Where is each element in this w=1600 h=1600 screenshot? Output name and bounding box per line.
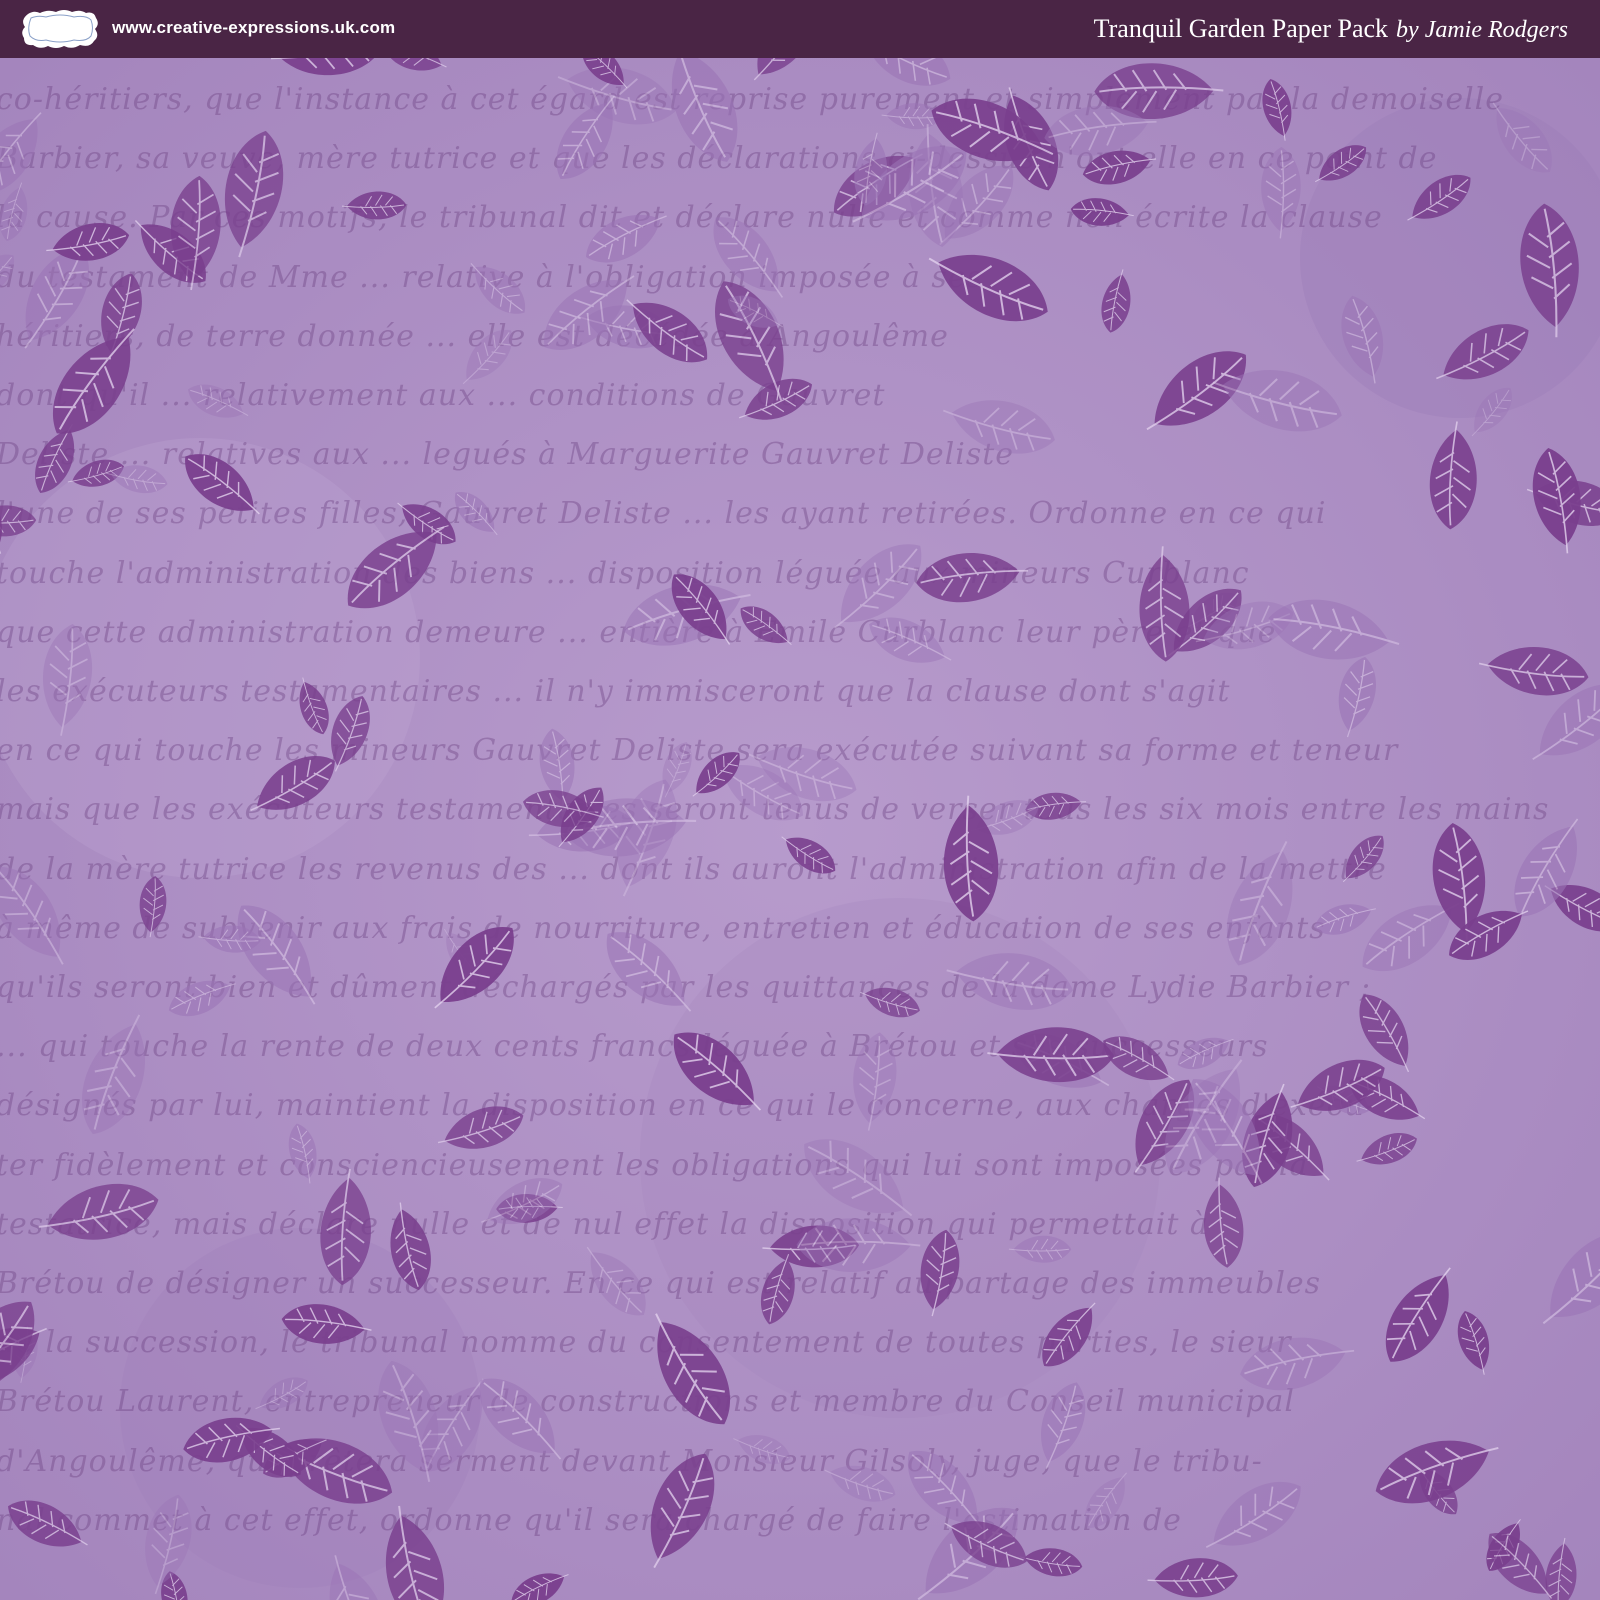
leaf-icon bbox=[1545, 1537, 1577, 1600]
leaf-icon bbox=[42, 623, 93, 736]
leaf-icon bbox=[38, 1183, 159, 1240]
designer-credit: by Jamie Rodgers bbox=[1396, 17, 1568, 43]
leaf-icon bbox=[655, 1313, 730, 1425]
leaf-icon bbox=[288, 1123, 317, 1184]
leaf-icon bbox=[869, 617, 952, 663]
leaf-icon bbox=[946, 953, 1074, 1010]
leaf-icon bbox=[1008, 1235, 1072, 1263]
leaf-icon bbox=[462, 329, 513, 385]
leaf-icon bbox=[0, 112, 42, 195]
leaf-icon bbox=[1085, 1472, 1127, 1528]
leaf-icon bbox=[168, 980, 236, 1017]
leaf-icon bbox=[0, 182, 28, 242]
leaf-icon bbox=[1478, 646, 1589, 696]
leaf-icon bbox=[1268, 599, 1400, 660]
leaf-icon bbox=[1070, 198, 1134, 226]
leaf-icon bbox=[1315, 145, 1367, 183]
product-title: Tranquil Garden Paper Pack by Jamie Rodge… bbox=[1094, 14, 1568, 44]
leaf-icon bbox=[299, 677, 329, 735]
leaf-icon bbox=[824, 1465, 896, 1502]
pack-name: Tranquil Garden Paper Pack bbox=[1093, 14, 1389, 43]
leaf-icon bbox=[185, 454, 260, 515]
leaf-icon bbox=[1203, 1177, 1244, 1268]
leaf-icon bbox=[853, 1032, 897, 1131]
leaf-icon bbox=[1338, 656, 1376, 738]
leaf-icon bbox=[1042, 1302, 1096, 1367]
leaf-icon bbox=[1205, 1481, 1301, 1549]
leaf-icon bbox=[916, 553, 1028, 603]
leaf-icon bbox=[454, 492, 498, 536]
leaf-icon bbox=[1342, 835, 1384, 883]
leaf-icon bbox=[1385, 1267, 1451, 1362]
leaf-icon bbox=[1177, 1037, 1234, 1070]
leaf-icon bbox=[271, 58, 385, 76]
leaf-icon bbox=[1147, 1558, 1238, 1598]
leaf-icon bbox=[470, 262, 526, 314]
leaf-icon bbox=[434, 926, 514, 1009]
leaf-icon bbox=[928, 254, 1048, 322]
header-bar: www.creative-expressions.uk.com Tranquil… bbox=[0, 0, 1600, 58]
leaf-icon bbox=[740, 606, 792, 646]
leaf-icon bbox=[1407, 174, 1471, 221]
leaf-icon bbox=[329, 1555, 385, 1600]
leaf-icon bbox=[650, 1453, 715, 1569]
leaf-icon bbox=[250, 756, 335, 812]
leaf-icon bbox=[341, 191, 407, 220]
leaf-icon bbox=[1356, 1133, 1417, 1165]
leaf-icon bbox=[1341, 295, 1384, 384]
leaf-icon bbox=[753, 58, 812, 81]
leaf-icon bbox=[481, 1178, 563, 1225]
leaf-icon bbox=[1436, 324, 1529, 380]
leaf-icon bbox=[1542, 1232, 1600, 1325]
leaf-icon bbox=[733, 1435, 791, 1464]
leaf-icon bbox=[1471, 388, 1512, 437]
site-url: www.creative-expressions.uk.com bbox=[112, 18, 396, 37]
leaf-icon bbox=[1101, 269, 1131, 333]
leaf-icon bbox=[52, 328, 135, 434]
leaf-icon bbox=[385, 1505, 445, 1600]
leaf-icon bbox=[1457, 1311, 1490, 1375]
leaf-icon bbox=[942, 400, 1055, 454]
leaf-icon bbox=[1429, 421, 1477, 530]
leaf-icon bbox=[479, 1378, 562, 1460]
leaf-icon bbox=[856, 58, 951, 86]
leaf-icon bbox=[255, 1377, 308, 1410]
leaf-icon bbox=[224, 130, 284, 258]
leaf-icon bbox=[139, 875, 167, 938]
leaf-icon bbox=[585, 214, 667, 263]
leaf-icon bbox=[1226, 840, 1293, 966]
leaf-icon bbox=[0, 254, 15, 301]
leaf-icon bbox=[1019, 1548, 1083, 1577]
leaf-icon bbox=[781, 836, 836, 874]
leaf-icon bbox=[1262, 79, 1292, 141]
patterned-paper: co-héritiers, que l'instance à cet égard… bbox=[0, 58, 1600, 1600]
leaf-icon bbox=[237, 905, 316, 1005]
leaf-icon bbox=[1532, 447, 1581, 554]
leaf-icon bbox=[606, 932, 692, 1012]
leaf-icon bbox=[1314, 904, 1376, 935]
leaf-icon bbox=[860, 987, 920, 1018]
leaf-icon bbox=[82, 1014, 145, 1135]
leaf-icon bbox=[8, 1500, 88, 1547]
leaf-icon bbox=[383, 58, 447, 71]
leaf-icon bbox=[1492, 102, 1552, 173]
brand-logo bbox=[20, 8, 100, 50]
leaf-icon bbox=[673, 1032, 762, 1111]
leaf-icon bbox=[920, 1229, 960, 1317]
leaf-icon bbox=[390, 1202, 431, 1291]
falling-leaves-pattern bbox=[0, 58, 1600, 1600]
leaf-icon bbox=[586, 1246, 646, 1316]
leaf-icon bbox=[437, 1106, 524, 1149]
leaf-icon bbox=[1261, 146, 1301, 239]
leaf-icon bbox=[187, 384, 249, 418]
leaf-icon bbox=[281, 1304, 372, 1344]
leaf-icon bbox=[511, 1573, 569, 1600]
leaf-icon bbox=[1240, 1337, 1355, 1391]
leaf-icon bbox=[320, 1168, 371, 1286]
leaf-icon bbox=[0, 505, 37, 537]
leaf-icon bbox=[0, 866, 64, 965]
leaf-icon bbox=[1041, 1382, 1086, 1469]
leaf-icon bbox=[1520, 203, 1579, 338]
